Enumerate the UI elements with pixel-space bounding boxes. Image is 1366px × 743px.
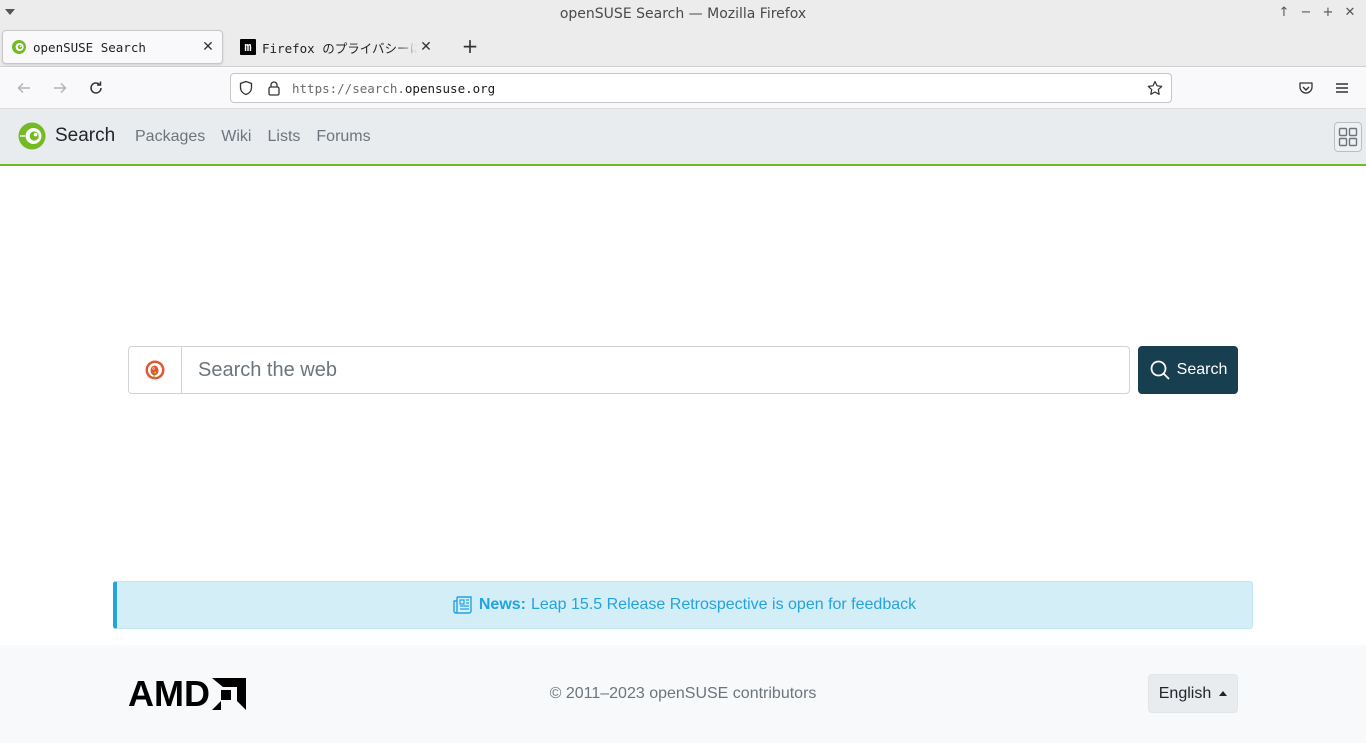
window-close-icon[interactable]: ✕ [1344, 4, 1356, 22]
site-footer: AMD © 2011–2023 openSUSE contributors En… [0, 645, 1366, 743]
tab-close-icon[interactable]: ✕ [418, 39, 434, 55]
pocket-icon [1299, 82, 1313, 94]
search-button[interactable]: Search [1138, 346, 1238, 394]
window-controls: ↑ − + ✕ [1278, 4, 1356, 22]
mozilla-favicon-icon: m [240, 39, 256, 55]
window-keep-above-icon[interactable]: ↑ [1278, 4, 1290, 22]
tab-opensuse-search[interactable]: openSUSE Search ✕ [2, 30, 223, 64]
grid-icon [1338, 127, 1358, 147]
nav-link-packages[interactable]: Packages [135, 128, 205, 146]
tab-label: openSUSE Search [33, 39, 146, 55]
forward-button[interactable] [48, 76, 72, 100]
app-menu-button[interactable] [1330, 76, 1354, 100]
news-link[interactable]: Leap 15.5 Release Retrospective is open … [531, 596, 916, 614]
search-button-label: Search [1176, 361, 1228, 378]
reload-icon [90, 81, 102, 94]
brand-name: Search [55, 125, 116, 146]
window-titlebar: openSUSE Search — Mozilla Firefox ↑ − + … [0, 0, 1366, 27]
navigation-toolbar: https://search.opensuse.org [0, 68, 1366, 109]
apps-menu-button[interactable] [1334, 122, 1362, 152]
tab-label: Firefox のプライバシーに関 [262, 40, 418, 56]
window-minimize-icon[interactable]: − [1300, 4, 1312, 22]
site-brand[interactable]: Search [17, 121, 115, 151]
search-input[interactable] [181, 346, 1130, 394]
nav-link-forums[interactable]: Forums [316, 128, 370, 146]
url-bar[interactable]: https://search.opensuse.org [230, 73, 1172, 103]
url-prefix: https://search. [292, 80, 405, 96]
url-text[interactable]: https://search.opensuse.org [292, 81, 495, 96]
search-engine-selector[interactable] [128, 346, 182, 394]
reload-button[interactable] [84, 76, 108, 100]
tab-firefox-privacy[interactable]: m Firefox のプライバシーに関 ✕ [232, 30, 440, 64]
window-title: openSUSE Search — Mozilla Firefox [559, 5, 807, 22]
url-domain: opensuse.org [404, 80, 496, 96]
forward-arrow-icon [54, 82, 67, 94]
opensuse-logo-icon [18, 122, 46, 150]
language-selector[interactable]: English [1148, 674, 1238, 713]
new-tab-button[interactable]: + [459, 35, 481, 57]
duckduckgo-icon [145, 360, 165, 380]
search-form: Search [128, 346, 1238, 394]
tracking-shield-icon[interactable] [238, 80, 254, 96]
window-menu-icon[interactable] [5, 9, 15, 15]
opensuse-favicon-icon [11, 39, 27, 55]
nav-link-lists[interactable]: Lists [267, 128, 300, 146]
tab-strip: openSUSE Search ✕ m Firefox のプライバシーに関 ✕ … [0, 27, 1366, 67]
language-label: English [1158, 684, 1212, 702]
newspaper-icon [453, 596, 472, 614]
site-header: Search Packages Wiki Lists Forums [0, 109, 1366, 166]
pocket-button[interactable] [1294, 76, 1318, 100]
back-button[interactable] [12, 76, 36, 100]
news-banner: News: Leap 15.5 Release Retrospective is… [113, 581, 1253, 629]
caret-up-icon [1219, 691, 1228, 696]
tab-close-icon[interactable]: ✕ [200, 39, 216, 55]
hamburger-menu-icon [1336, 83, 1348, 93]
window-maximize-icon[interactable]: + [1322, 4, 1334, 22]
back-arrow-icon [17, 82, 30, 94]
nav-link-wiki[interactable]: Wiki [221, 128, 251, 146]
news-label: News: [478, 596, 526, 613]
lock-icon[interactable] [266, 80, 282, 96]
site-nav: Packages Wiki Lists Forums [135, 128, 371, 146]
bookmark-star-icon[interactable] [1147, 80, 1163, 96]
search-icon [1150, 360, 1170, 380]
